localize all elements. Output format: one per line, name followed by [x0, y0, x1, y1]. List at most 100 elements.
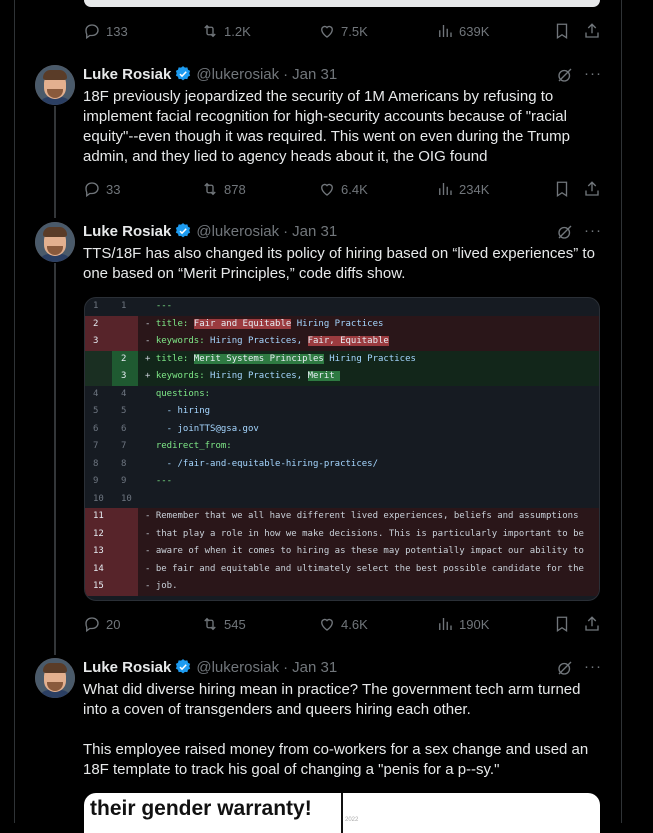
- tweet[interactable]: [0, 0, 653, 1]
- diff-sign: [145, 424, 156, 434]
- diff-line: 12 - that play a role in how we make deci…: [85, 525, 599, 543]
- diff-gutter: 99: [85, 473, 138, 491]
- diff-sign: [145, 389, 156, 399]
- new-line-number: 1: [121, 301, 127, 311]
- diff-line: 88 - /fair-and-equitable-hiring-practice…: [85, 456, 599, 474]
- diff-sign: -: [145, 511, 156, 521]
- share-button[interactable]: [583, 614, 601, 634]
- diff-gutter: 77: [85, 438, 138, 456]
- diff-gutter: 11: [85, 298, 138, 316]
- views-button[interactable]: 639K: [436, 21, 489, 41]
- diff-sign: [145, 459, 156, 469]
- diff-sign: [145, 406, 156, 416]
- author-handle[interactable]: @lukerosiak: [196, 66, 279, 83]
- grok-icon[interactable]: [556, 659, 574, 677]
- views-chart-icon: [439, 25, 452, 37]
- repost-count: 878: [224, 181, 246, 197]
- reply-button[interactable]: 33: [83, 179, 120, 199]
- avatar[interactable]: [35, 222, 75, 262]
- reply-button[interactable]: 133: [83, 21, 128, 41]
- new-line-number: [112, 561, 138, 579]
- new-line-number: 8: [121, 458, 127, 469]
- diff-gutter: 55: [85, 403, 138, 421]
- avatar[interactable]: [35, 65, 75, 105]
- like-button[interactable]: 4.6K: [318, 614, 368, 634]
- avatar[interactable]: [35, 658, 75, 698]
- left-column-border: [14, 0, 15, 823]
- old-line-number: 3: [93, 336, 99, 346]
- diff-line: 66 - joinTTS@gsa.gov: [85, 421, 599, 439]
- new-line-number: [112, 578, 138, 596]
- diff-token: Merit: [307, 371, 341, 381]
- heart-icon: [321, 25, 333, 38]
- bookmark-icon: [556, 181, 568, 198]
- tweet-date[interactable]: Jan 31: [292, 223, 337, 240]
- share-button[interactable]: [583, 21, 601, 41]
- diff-gutter: 66: [85, 421, 138, 439]
- diff-token: Hiring Practices: [291, 318, 384, 329]
- diff-token: be fair and equitable and ultimately sel…: [155, 563, 584, 574]
- author-name[interactable]: Luke Rosiak: [83, 223, 171, 240]
- diff-line: 77 redirect_from:: [85, 438, 599, 456]
- like-button[interactable]: 7.5K: [318, 21, 368, 41]
- repost-icon: [204, 24, 216, 38]
- grok-icon[interactable]: [556, 66, 574, 84]
- diff-token: Remember that we all have different live…: [155, 511, 579, 521]
- old-line-number: 10: [93, 493, 104, 504]
- more-options-icon[interactable]: ···: [584, 658, 602, 676]
- repost-button[interactable]: 545: [201, 614, 246, 634]
- diff-gutter: 10 10: [85, 491, 138, 509]
- reply-icon: [85, 24, 99, 40]
- bookmark-button[interactable]: [553, 614, 571, 634]
- diff-sign: +: [145, 371, 156, 381]
- new-line-number: [112, 508, 138, 526]
- tweet-media-image[interactable]: their gender warranty! 2022: [84, 793, 600, 833]
- author-handle[interactable]: @lukerosiak: [196, 659, 279, 676]
- like-button[interactable]: 6.4K: [318, 179, 368, 199]
- author-handle[interactable]: @lukerosiak: [196, 223, 279, 240]
- tweet-paragraph: TTS/18F has also changed its policy of h…: [83, 245, 595, 282]
- diff-line: 44 questions:: [85, 386, 599, 404]
- bookmark-button[interactable]: [553, 21, 571, 41]
- repost-count: 1.2K: [224, 23, 251, 39]
- views-button[interactable]: 234K: [436, 179, 489, 199]
- diff-token: keywords:: [155, 371, 211, 381]
- reply-count: 133: [106, 23, 128, 39]
- grok-icon[interactable]: [556, 223, 574, 241]
- more-options-icon[interactable]: ···: [584, 65, 602, 83]
- more-options-icon[interactable]: ···: [584, 222, 602, 240]
- new-line-number: [112, 316, 138, 334]
- diff-token: questions:: [155, 388, 211, 399]
- repost-icon: [204, 617, 216, 631]
- verified-badge-icon: [176, 659, 191, 674]
- tweet-header: Luke Rosiak @lukerosiak · Jan 31: [83, 221, 337, 241]
- separator-dot: ·: [283, 658, 289, 676]
- diff-gutter: 44: [85, 386, 138, 404]
- diff-line: 10 10: [85, 491, 599, 509]
- views-button[interactable]: 190K: [436, 614, 489, 634]
- new-line-number: 3: [121, 371, 127, 381]
- author-name[interactable]: Luke Rosiak: [83, 659, 171, 676]
- diff-line: 55 - hiring: [85, 403, 599, 421]
- share-button[interactable]: [583, 179, 601, 199]
- author-name[interactable]: Luke Rosiak: [83, 66, 171, 83]
- new-line-number: 10: [121, 493, 132, 504]
- diff-gutter: 88: [85, 456, 138, 474]
- new-line-number: [112, 333, 138, 351]
- diff-sign: +: [145, 353, 156, 364]
- repost-button[interactable]: 1.2K: [201, 21, 251, 41]
- diff-gutter: 2: [85, 350, 138, 368]
- tweet-date[interactable]: Jan 31: [292, 659, 337, 676]
- previous-tweet-media[interactable]: [84, 0, 600, 7]
- reply-button[interactable]: 20: [83, 614, 120, 634]
- old-line-number: 13: [93, 546, 104, 556]
- diff-token: title:: [155, 353, 194, 364]
- code-diff-image[interactable]: 11 --- 2- title: Fair and Equitable Hirin…: [84, 297, 600, 601]
- diff-code: ---: [145, 473, 172, 491]
- repost-button[interactable]: 878: [201, 179, 246, 199]
- tweet-date[interactable]: Jan 31: [292, 66, 337, 83]
- bookmark-button[interactable]: [553, 179, 571, 199]
- diff-token: ---: [155, 301, 173, 311]
- diff-token: Hiring Practices: [323, 353, 416, 364]
- diff-code: + title: Merit Systems Principles Hiring…: [145, 351, 416, 369]
